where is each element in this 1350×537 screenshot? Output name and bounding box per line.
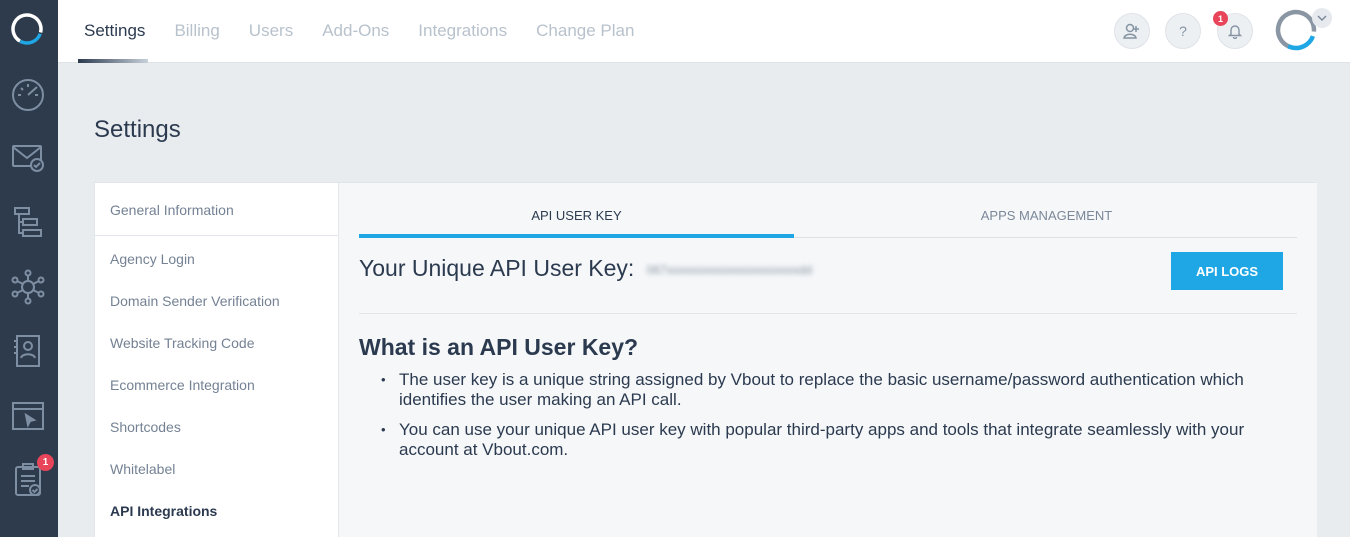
sidebar-item-general-information[interactable]: General Information bbox=[110, 202, 234, 218]
website-icon[interactable] bbox=[8, 396, 48, 436]
section-divider bbox=[359, 313, 1297, 314]
api-key-label: Your Unique API User Key: bbox=[359, 255, 635, 281]
dashboard-icon[interactable] bbox=[8, 74, 48, 114]
help-icon[interactable]: ? bbox=[1165, 13, 1201, 49]
main-panel: API USER KEY APPS MANAGEMENT Your Unique… bbox=[338, 183, 1317, 537]
sub-tabs: API USER KEY APPS MANAGEMENT bbox=[359, 183, 1297, 238]
sidebar-divider bbox=[95, 235, 338, 236]
page-title: Settings bbox=[94, 116, 181, 143]
tab-apps-management[interactable]: APPS MANAGEMENT bbox=[829, 208, 1264, 223]
tab-api-user-key[interactable]: API USER KEY bbox=[359, 208, 794, 223]
section-heading: What is an API User Key? bbox=[359, 334, 639, 360]
chevron-down-icon[interactable] bbox=[1312, 8, 1332, 28]
sidebar-item-domain-sender-verification[interactable]: Domain Sender Verification bbox=[110, 293, 280, 309]
tab-users[interactable]: Users bbox=[243, 0, 299, 63]
sidebar-item-agency-login[interactable]: Agency Login bbox=[110, 251, 195, 267]
sidebar-item-website-tracking-code[interactable]: Website Tracking Code bbox=[110, 335, 254, 351]
notification-badge: 1 bbox=[1213, 11, 1228, 26]
contacts-icon[interactable] bbox=[8, 331, 48, 371]
info-list: The user key is a unique string assigned… bbox=[381, 370, 1299, 470]
top-bar: Settings Billing Users Add-Ons Integrati… bbox=[58, 0, 1350, 63]
settings-card: General Information Agency Login Domain … bbox=[94, 182, 1317, 537]
app-logo[interactable] bbox=[10, 12, 44, 46]
tasks-badge: 1 bbox=[37, 454, 54, 471]
active-tab-indicator bbox=[359, 234, 794, 238]
tab-settings[interactable]: Settings bbox=[78, 0, 151, 63]
api-key-value: 067xxxxxxxxxxxxxxxxxxxxxxdd bbox=[646, 262, 813, 277]
api-logs-button[interactable]: API LOGS bbox=[1171, 252, 1283, 290]
top-tabs: Settings Billing Users Add-Ons Integrati… bbox=[78, 0, 657, 63]
sidebar-item-shortcodes[interactable]: Shortcodes bbox=[110, 419, 181, 435]
network-icon[interactable] bbox=[8, 267, 48, 307]
api-key-row: Your Unique API User Key: 067xxxxxxxxxxx… bbox=[359, 255, 812, 282]
tab-change-plan[interactable]: Change Plan bbox=[530, 0, 640, 63]
workflow-icon[interactable] bbox=[8, 202, 48, 242]
left-rail: 1 bbox=[0, 0, 58, 537]
team-icon[interactable] bbox=[1114, 13, 1150, 49]
settings-sidebar: General Information Agency Login Domain … bbox=[95, 183, 338, 537]
list-item: You can use your unique API user key wit… bbox=[381, 420, 1299, 460]
sidebar-item-api-integrations[interactable]: API Integrations bbox=[110, 503, 217, 519]
sidebar-item-ecommerce-integration[interactable]: Ecommerce Integration bbox=[110, 377, 255, 393]
tab-integrations[interactable]: Integrations bbox=[412, 0, 513, 63]
list-item: The user key is a unique string assigned… bbox=[381, 370, 1299, 410]
sidebar-item-whitelabel[interactable]: Whitelabel bbox=[110, 461, 175, 477]
tab-billing[interactable]: Billing bbox=[168, 0, 225, 63]
email-icon[interactable] bbox=[8, 137, 48, 177]
tab-add-ons[interactable]: Add-Ons bbox=[316, 0, 395, 63]
